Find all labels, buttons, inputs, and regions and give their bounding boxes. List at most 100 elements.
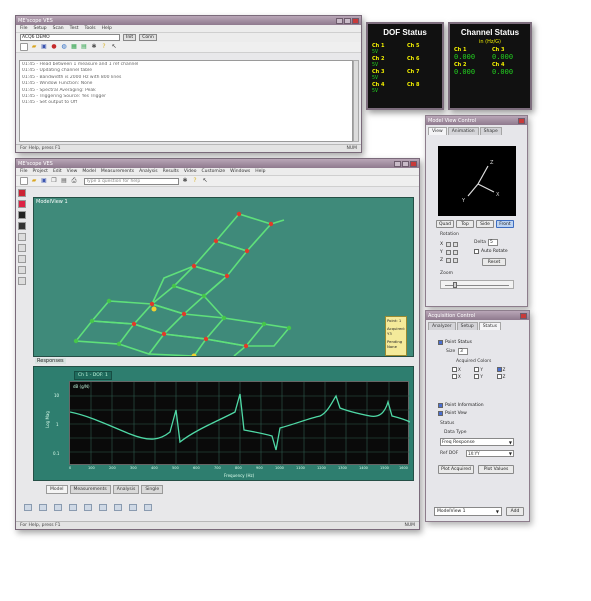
rotate-down-button[interactable]: [446, 257, 451, 263]
color-box-checkbox[interactable]: [496, 374, 502, 379]
tab-animation[interactable]: Animation: [447, 127, 479, 135]
spectrum-icon[interactable]: ▤: [80, 43, 88, 51]
menu-model[interactable]: Model: [82, 169, 96, 174]
front-view-button[interactable]: Front: [496, 220, 514, 228]
record-icon[interactable]: ●: [50, 43, 58, 51]
close-icon[interactable]: [352, 17, 359, 24]
point-vew-checkbox[interactable]: [438, 411, 443, 416]
minimize-icon[interactable]: [394, 160, 401, 167]
modelview-select[interactable]: ModelView 1 ▼: [434, 507, 502, 516]
pan-tool-icon[interactable]: [18, 255, 26, 263]
color-box-checkbox[interactable]: [474, 374, 480, 379]
help-icon[interactable]: ?: [191, 177, 199, 185]
menu-analysis[interactable]: Analysis: [139, 169, 158, 174]
tool-icon[interactable]: [54, 504, 62, 511]
minimize-icon[interactable]: [336, 17, 343, 24]
settings-icon[interactable]: ✱: [181, 177, 189, 185]
color-box-checkbox[interactable]: [452, 374, 457, 379]
tool-icon[interactable]: [114, 504, 122, 511]
point-status-checkbox[interactable]: [438, 340, 443, 345]
log-scrollbar[interactable]: [353, 60, 359, 142]
help-search-input[interactable]: Type a question for help: [84, 177, 179, 185]
ref-dof-select[interactable]: 1X:YY ▼: [466, 450, 514, 457]
color-box-checkbox[interactable]: [496, 367, 502, 372]
help-icon[interactable]: ?: [100, 43, 108, 51]
model-view-pane[interactable]: ModelView 1 Point: 1 Acquired: Y3 Pendin…: [33, 197, 414, 357]
menu-customize[interactable]: Customize: [202, 169, 226, 174]
surface-tool-icon[interactable]: [18, 222, 26, 230]
top-view-button[interactable]: Top: [456, 220, 474, 228]
context-help-icon[interactable]: ↖: [110, 43, 118, 51]
menu-scan[interactable]: Scan: [53, 26, 64, 31]
log-window-titlebar[interactable]: ME'scope VES: [16, 16, 361, 25]
menu-windows[interactable]: Windows: [230, 169, 250, 174]
menu-test[interactable]: Test: [70, 26, 79, 31]
menu-edit[interactable]: Edit: [53, 169, 62, 174]
tool-icon[interactable]: [39, 504, 47, 511]
main-window-titlebar[interactable]: ME'scope VES: [16, 159, 419, 168]
fft-plot[interactable]: dB (g/N): [69, 381, 410, 466]
close-icon[interactable]: [518, 117, 525, 124]
plot-acquired-button[interactable]: Plot Acquired: [438, 465, 474, 474]
plot-values-button[interactable]: Plot Values: [478, 465, 514, 474]
tool-icon[interactable]: [99, 504, 107, 511]
grid-icon[interactable]: ▦: [70, 43, 78, 51]
menu-tools[interactable]: Tools: [84, 26, 95, 31]
mvc-titlebar[interactable]: Model View Control: [426, 116, 527, 125]
close-icon[interactable]: [520, 312, 527, 319]
point-tool-icon[interactable]: [18, 200, 26, 208]
reset-button[interactable]: Reset: [482, 258, 506, 266]
close-icon[interactable]: [410, 160, 417, 167]
side-view-button[interactable]: Side: [476, 220, 494, 228]
open-icon[interactable]: ▰: [30, 177, 38, 185]
menu-file[interactable]: File: [20, 26, 28, 31]
acq-titlebar[interactable]: Acquisition Control: [426, 311, 529, 320]
new-icon[interactable]: [20, 177, 28, 185]
color-box-checkbox[interactable]: [474, 367, 480, 372]
tab-status[interactable]: Status: [478, 322, 502, 330]
device-combo[interactable]: ACQ6 DEMO: [20, 34, 120, 41]
conn-button[interactable]: Conn: [139, 34, 157, 41]
save-icon[interactable]: ▣: [40, 43, 48, 51]
zoom-slider[interactable]: [440, 280, 514, 289]
rotate-up-button[interactable]: [453, 257, 458, 263]
refresh-icon[interactable]: ◍: [60, 43, 68, 51]
orientation-view[interactable]: Z X Y: [438, 146, 516, 216]
menu-video[interactable]: Video: [184, 169, 197, 174]
add-button[interactable]: Add: [506, 507, 524, 516]
new-icon[interactable]: [20, 43, 28, 51]
tab-measurements[interactable]: Measurements: [69, 485, 111, 494]
quad-view-button[interactable]: Quad: [436, 220, 454, 228]
zoom-thumb[interactable]: [453, 282, 457, 288]
paste-icon[interactable]: ▤: [60, 177, 68, 185]
menu-view[interactable]: View: [67, 169, 78, 174]
rotate-down-button[interactable]: [446, 249, 451, 255]
init-button[interactable]: Init: [123, 34, 137, 41]
tab-model[interactable]: Model: [46, 485, 68, 494]
tool-icon[interactable]: [69, 504, 77, 511]
tab-analysis[interactable]: Analysis: [112, 485, 140, 494]
point-information-checkbox[interactable]: [438, 403, 443, 408]
data-type-select[interactable]: Freq Response ▼: [440, 438, 514, 446]
tab-setup[interactable]: Setup: [456, 322, 478, 330]
menu-file[interactable]: File: [20, 169, 28, 174]
context-help-icon[interactable]: ↖: [201, 177, 209, 185]
menu-help[interactable]: Help: [255, 169, 265, 174]
tool-icon[interactable]: [129, 504, 137, 511]
delta-input[interactable]: 5: [488, 239, 498, 246]
select-tool-icon[interactable]: [18, 189, 26, 197]
measure-tool-icon[interactable]: [18, 266, 26, 274]
menu-setup[interactable]: Setup: [34, 26, 47, 31]
tab-view[interactable]: View: [428, 127, 447, 135]
tab-single[interactable]: Single: [141, 485, 164, 494]
maximize-icon[interactable]: [402, 160, 409, 167]
tab-analyzer[interactable]: Analyzer: [428, 322, 456, 330]
rotate-tool-icon[interactable]: [18, 233, 26, 241]
menu-project[interactable]: Project: [33, 169, 48, 174]
rotate-down-button[interactable]: [446, 241, 451, 247]
line-tool-icon[interactable]: [18, 211, 26, 219]
tab-shape[interactable]: Shape: [479, 127, 502, 135]
tool-icon[interactable]: [24, 504, 32, 511]
mark-tool-icon[interactable]: [18, 277, 26, 285]
rotate-up-button[interactable]: [453, 241, 458, 247]
